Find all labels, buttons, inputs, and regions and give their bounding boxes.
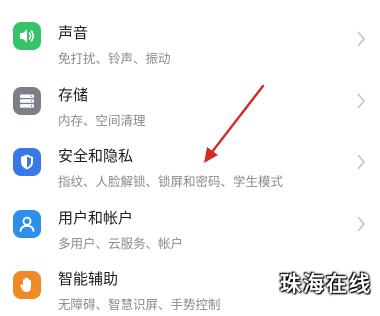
settings-list: 声音 免打扰、铃声、振动 存储 内存、空间清理 安全和隐私 指纹、人脸解锁、锁屏…: [0, 0, 380, 312]
settings-item-title: 存储: [58, 86, 89, 104]
settings-item-subtitle: 免打扰、铃声、振动: [58, 51, 171, 66]
user-icon: [13, 210, 41, 238]
speaker-icon: [13, 22, 41, 50]
settings-item-storage[interactable]: 存储 内存、空间清理: [0, 70, 380, 132]
settings-item-title: 声音: [58, 24, 89, 42]
storage-icon: [13, 87, 41, 115]
settings-item-subtitle: 多用户、云服务、帐户: [58, 236, 184, 251]
settings-item-subtitle: 内存、空间清理: [58, 113, 146, 128]
settings-item-security-privacy[interactable]: 安全和隐私 指纹、人脸解锁、锁屏和密码、学生模式: [0, 131, 380, 193]
shield-icon: [13, 148, 41, 176]
chevron-right-icon: [357, 216, 366, 232]
settings-item-sound[interactable]: 声音 免打扰、铃声、振动: [0, 8, 380, 70]
settings-item-subtitle: 指纹、人脸解锁、锁屏和密码、学生模式: [58, 174, 284, 189]
watermark: 珠海在线: [280, 272, 372, 296]
chevron-right-icon: [357, 154, 366, 170]
chevron-right-icon: [357, 93, 366, 109]
settings-item-title: 用户和帐户: [58, 209, 134, 227]
chevron-right-icon: [357, 31, 366, 47]
settings-item-title: 智能辅助: [58, 270, 119, 288]
settings-item-title: 安全和隐私: [58, 147, 134, 165]
hand-icon: [13, 271, 41, 299]
settings-item-users-accounts[interactable]: 用户和帐户 多用户、云服务、帐户: [0, 193, 380, 255]
